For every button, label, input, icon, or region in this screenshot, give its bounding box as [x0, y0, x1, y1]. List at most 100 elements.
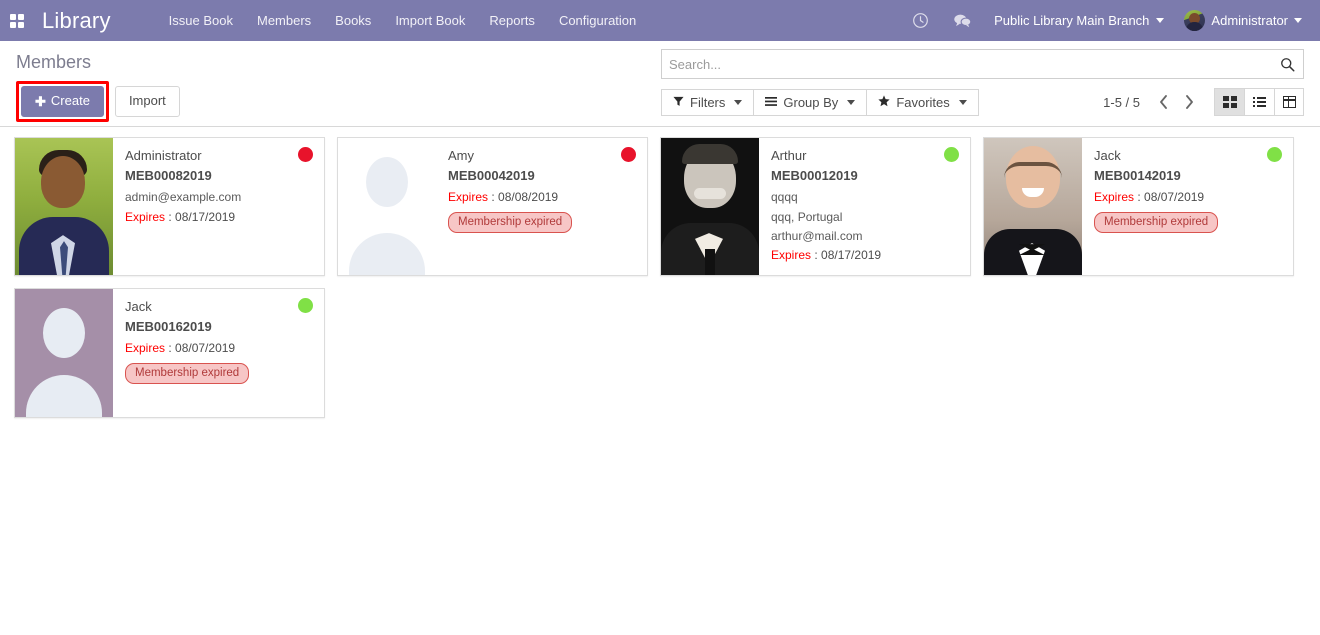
control-panel-right: Filters Group By: [661, 49, 1304, 116]
search-input[interactable]: [662, 50, 1280, 78]
member-card-body: Jack MEB00142019 Expires : 08/07/2019 Me…: [1082, 138, 1293, 275]
filter-group: Filters Group By Favorites: [661, 88, 979, 116]
member-photo: [984, 138, 1082, 276]
create-button[interactable]: ✚ Create: [21, 86, 104, 117]
chevron-down-icon: [1294, 18, 1302, 23]
search-icon[interactable]: [1280, 57, 1295, 72]
status-badge: [1267, 147, 1282, 162]
menu-item-members[interactable]: Members: [245, 2, 323, 39]
expires-date: 08/07/2019: [175, 341, 236, 356]
member-name: Arthur: [771, 148, 807, 163]
import-button[interactable]: Import: [114, 86, 180, 117]
member-photo: [15, 138, 113, 276]
control-panel-left: Members ✚ Create Import: [16, 49, 661, 122]
branch-selector[interactable]: Public Library Main Branch: [984, 2, 1174, 39]
avatar: [1184, 10, 1206, 31]
status-badge: [298, 147, 313, 162]
kanban-icon: [1222, 96, 1237, 108]
expires-date: 08/17/2019: [821, 247, 882, 262]
membership-expired-badge: Membership expired: [125, 362, 250, 384]
status-badge: [621, 147, 636, 162]
member-card[interactable]: Arthur MEB00012019 qqqq qqq, Portugal ar…: [660, 137, 971, 277]
create-button-highlight: ✚ Create: [16, 81, 109, 122]
list-icon: [1253, 97, 1266, 107]
action-buttons: ✚ Create Import: [16, 81, 661, 122]
member-code: MEB00012019: [771, 167, 858, 183]
member-code: MEB00142019: [1094, 167, 1181, 183]
branch-label: Public Library Main Branch: [994, 13, 1150, 28]
member-photo: [661, 138, 759, 276]
favorites-dropdown[interactable]: Favorites: [866, 88, 979, 116]
member-name: Jack: [125, 299, 152, 315]
status-badge: [298, 298, 313, 314]
menu-item-issue-book[interactable]: Issue Book: [157, 2, 245, 39]
messages-button[interactable]: [941, 12, 984, 29]
expires-date: 08/17/2019: [175, 209, 236, 224]
member-card[interactable]: Jack MEB00162019 Expires : 08/07/2019 Me…: [14, 288, 325, 419]
navbar-right-actions: Public Library Main Branch Administrator: [900, 2, 1310, 39]
expires-separator: :: [165, 341, 176, 356]
star-icon: [878, 95, 890, 109]
apps-grid-icon: [10, 13, 24, 28]
pager-count: 1-5 / 5: [1103, 94, 1140, 110]
brand-title[interactable]: Library: [42, 8, 111, 34]
expires-separator: :: [488, 190, 499, 205]
expires-label: Expires: [125, 341, 166, 356]
menu-item-configuration[interactable]: Configuration: [547, 2, 648, 39]
member-city-country: qqq, Portugal: [771, 209, 843, 224]
pager-previous-button[interactable]: [1150, 89, 1176, 115]
filters-dropdown[interactable]: Filters: [661, 88, 754, 116]
expires-separator: :: [165, 209, 176, 224]
chevron-down-icon: [734, 99, 743, 105]
menu-item-reports[interactable]: Reports: [477, 2, 547, 39]
member-card[interactable]: Amy MEB00042019 Expires : 08/08/2019 Mem…: [337, 137, 648, 277]
search-bar[interactable]: [661, 49, 1304, 79]
member-name: Administrator: [125, 148, 202, 163]
member-expires: Expires : 08/08/2019: [448, 188, 637, 207]
chat-bubble-icon: [954, 14, 972, 28]
expires-separator: :: [1134, 190, 1145, 205]
view-switcher: [1214, 88, 1304, 116]
group-by-dropdown[interactable]: Group By: [753, 88, 867, 116]
filter-row: Filters Group By Favorites 1-5 / 5: [661, 88, 1304, 116]
create-button-label: Create: [50, 93, 90, 108]
member-name: Amy: [448, 148, 474, 163]
view-button-pivot[interactable]: [1274, 88, 1304, 116]
view-button-list[interactable]: [1244, 88, 1274, 116]
group-by-label: Group By: [783, 94, 839, 110]
member-card[interactable]: Administrator MEB00082019 admin@example.…: [14, 137, 325, 277]
expires-separator: :: [811, 247, 822, 262]
member-expires: Expires : 08/17/2019: [771, 246, 960, 265]
menu-item-books[interactable]: Books: [323, 2, 383, 39]
expires-date: 08/07/2019: [1144, 190, 1205, 205]
chevron-down-icon: [847, 99, 856, 105]
favorites-label: Favorites: [896, 94, 950, 110]
menu-item-import-book[interactable]: Import Book: [383, 2, 477, 39]
pager-next-button[interactable]: [1176, 89, 1202, 115]
member-expires: Expires : 08/17/2019: [125, 208, 314, 227]
members-kanban: Administrator MEB00082019 admin@example.…: [0, 127, 1320, 634]
chevron-right-icon: [1185, 95, 1193, 109]
expires-label: Expires: [771, 247, 812, 262]
member-card[interactable]: Jack MEB00142019 Expires : 08/07/2019 Me…: [983, 137, 1294, 277]
member-card-body: Jack MEB00162019 Expires : 08/07/2019 Me…: [113, 289, 324, 417]
user-menu[interactable]: Administrator: [1174, 4, 1310, 37]
chevron-down-icon: [1156, 18, 1165, 23]
view-button-kanban[interactable]: [1214, 88, 1244, 116]
member-photo: [338, 138, 436, 276]
user-name-label: Administrator: [1211, 13, 1288, 28]
expires-date: 08/08/2019: [498, 190, 559, 205]
expires-label: Expires: [125, 209, 166, 224]
chevron-down-icon: [958, 99, 967, 105]
member-card-body: Arthur MEB00012019 qqqq qqq, Portugal ar…: [759, 138, 970, 275]
filters-label: Filters: [690, 94, 726, 110]
apps-menu-button[interactable]: [0, 0, 34, 41]
main-menu: Issue Book Members Books Import Book Rep…: [157, 2, 649, 39]
plus-icon: ✚: [35, 93, 46, 109]
member-name: Jack: [1094, 148, 1121, 163]
bars-icon: [765, 96, 778, 109]
status-badge: [944, 147, 959, 162]
activity-clock-button[interactable]: [900, 12, 941, 29]
member-expires: Expires : 08/07/2019: [1094, 188, 1283, 207]
member-code: MEB00162019: [125, 318, 212, 334]
